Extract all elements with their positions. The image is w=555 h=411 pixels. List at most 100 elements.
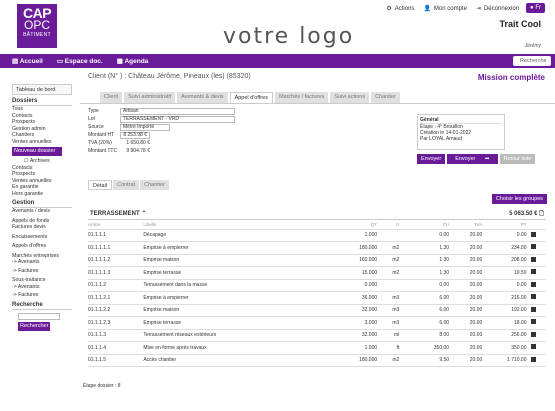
subtab-contrat[interactable]: Contrat bbox=[113, 180, 140, 190]
chevron-up-icon: ⌃ bbox=[141, 211, 147, 217]
row-checkbox[interactable] bbox=[530, 241, 546, 255]
nav-home[interactable]: ▤ Accueil bbox=[12, 57, 43, 65]
table-row[interactable]: 01.1.1.1 Décapage 1.000 0.00 20.00 0.00 bbox=[88, 229, 546, 242]
section-name: TERRASSEMENT bbox=[90, 211, 140, 217]
table-row[interactable]: 01.1.1.2.2 Emprise maison 32.000 m3 6.00 20.0… bbox=[88, 304, 546, 317]
logo-line2: OPC bbox=[23, 18, 50, 32]
table-row[interactable]: 01.1.1.4 Mise en forme après travaux 1.000… bbox=[88, 341, 546, 355]
globe-icon: ● bbox=[530, 5, 534, 11]
row-checkbox[interactable] bbox=[530, 316, 546, 330]
table-row[interactable]: 01.1.1.2 Terrassement dans la masse 0.000 0… bbox=[88, 279, 546, 292]
table-cell: 350.00 bbox=[486, 341, 531, 355]
language-button[interactable]: ● Fr bbox=[526, 3, 545, 13]
table-row[interactable]: 01.1.1.1.2 Emprise maison 160.000 m2 1.30 20.… bbox=[88, 254, 546, 267]
subtab-chantier[interactable]: Chantier bbox=[140, 180, 169, 190]
table-row[interactable]: 01.1.1.2.1 Emprise à empierrer 36.000 m3 6.0… bbox=[88, 291, 546, 305]
send-button[interactable]: Envoyer bbox=[417, 154, 446, 164]
sidebar-item[interactable]: Factures devis bbox=[12, 224, 72, 231]
table-cell: Emprise terrasse bbox=[143, 316, 332, 330]
search-input[interactable]: Recherche bbox=[513, 56, 551, 66]
lot-label: Lot bbox=[88, 116, 95, 122]
tab-appel-offres[interactable]: Appel d'offres bbox=[229, 92, 273, 103]
table-cell: 1 710.00 bbox=[486, 354, 531, 367]
table-cell: 3.000 bbox=[331, 316, 382, 330]
sidebar-item[interactable]: Ventes annuelles bbox=[12, 139, 72, 146]
app-logo[interactable]: CAP OPC BÂTIMENT bbox=[17, 4, 57, 48]
sidebar-item[interactable]: Appels d'offres bbox=[12, 243, 72, 250]
row-checkbox[interactable] bbox=[530, 329, 546, 342]
general-title: Général bbox=[420, 117, 502, 124]
sidebar-item[interactable]: -> Factures bbox=[12, 292, 72, 299]
sidebar-search-button[interactable]: Rechercher bbox=[18, 321, 50, 331]
ttc-label: Montant TTC bbox=[88, 148, 118, 154]
dashboard-button[interactable]: Tableau de bord bbox=[12, 84, 72, 95]
sidebar-item[interactable]: Encaissements bbox=[12, 234, 72, 241]
row-checkbox[interactable] bbox=[530, 254, 546, 267]
tab-client[interactable]: Client bbox=[100, 92, 123, 103]
sidebar-item[interactable]: -> Factures bbox=[12, 268, 72, 275]
new-dossier-button[interactable]: Nouveau dossier bbox=[12, 147, 62, 156]
table-cell: 6.00 bbox=[403, 316, 454, 330]
choose-groups-button[interactable]: Choisir les groupes bbox=[491, 194, 547, 204]
nav-agenda[interactable]: ▦ Agenda bbox=[117, 57, 149, 65]
table-cell: 1.000 bbox=[331, 341, 382, 355]
tab-avenants[interactable]: Avenants & devis bbox=[177, 92, 228, 103]
row-checkbox[interactable] bbox=[530, 291, 546, 305]
section-title[interactable]: TERRASSEMENT ⌃ bbox=[90, 210, 146, 217]
send-forward-button[interactable]: Envoyer ➦ bbox=[447, 154, 498, 164]
table-cell: 01.1.1.2 bbox=[88, 279, 144, 292]
table-cell: 36.000 bbox=[331, 291, 382, 305]
table-cell: 15.000 bbox=[331, 266, 382, 280]
sidebar-search-input[interactable] bbox=[18, 312, 60, 320]
table-cell: 1.30 bbox=[403, 254, 454, 267]
checkbox-icon bbox=[530, 256, 536, 262]
sidebar-item[interactable]: Avenants / devis bbox=[12, 208, 72, 215]
row-checkbox[interactable] bbox=[530, 304, 546, 317]
table-cell: Emprise terrasse bbox=[143, 266, 332, 280]
table-cell: 1.30 bbox=[403, 241, 454, 255]
subtab-detail[interactable]: Détail bbox=[88, 180, 113, 190]
source-select[interactable]: Métré Importé bbox=[120, 123, 170, 131]
table-row[interactable]: 01.1.1.1.3 Emprise terrasse 15.000 m2 1.30 20… bbox=[88, 266, 546, 280]
row-checkbox[interactable] bbox=[530, 279, 546, 292]
company-name: Trait Cool bbox=[499, 19, 541, 29]
table-cell: Emprise à empierrer bbox=[143, 291, 332, 305]
row-checkbox[interactable] bbox=[530, 354, 546, 367]
actions-link[interactable]: ⚙ Actions bbox=[386, 5, 414, 13]
row-checkbox[interactable] bbox=[530, 229, 546, 242]
section-total: 5 063.50 € bbox=[509, 210, 538, 217]
table-cell bbox=[381, 229, 404, 242]
tab-chantier[interactable]: Chantier bbox=[371, 92, 400, 103]
items-table: Article Libellé QT U PU TVA PT 01.1.1.1 D… bbox=[88, 221, 546, 367]
lot-select[interactable]: TERRASSEMENT - VRD bbox=[120, 115, 235, 123]
logout-link[interactable]: ⇥ Déconnexion bbox=[476, 5, 519, 13]
tab-actions[interactable]: Suivi actions bbox=[330, 92, 370, 103]
montant-ht-field[interactable]: 8 253.98 € bbox=[120, 131, 150, 139]
back-list-button[interactable]: Retour liste bbox=[499, 154, 536, 164]
table-cell: m2 bbox=[381, 354, 404, 367]
table-row[interactable]: 01.1.1.1.1 Emprise à empierrer 180.000 m2 1.… bbox=[88, 241, 546, 255]
table-cell: 20.00 bbox=[453, 304, 487, 317]
tab-admin[interactable]: Suivi administratif bbox=[124, 92, 176, 103]
type-select[interactable]: Artisan bbox=[120, 107, 235, 115]
table-row[interactable]: 01.1.1.2.3 Emprise terrasse 3.000 m3 6.00 20.… bbox=[88, 316, 546, 330]
col-libelle: Libellé bbox=[143, 221, 332, 230]
table-row[interactable]: 01.1.1.3 Terrassement réseaux extérieurs 3… bbox=[88, 329, 546, 342]
table-row[interactable]: 01.1.1.5 Accès chantier 180.000 m2 9.50 20.00… bbox=[88, 354, 546, 367]
document-icon[interactable]: 🗋 bbox=[539, 211, 544, 217]
table-cell: 18.00 bbox=[486, 316, 531, 330]
table-cell: m2 bbox=[381, 266, 404, 280]
type-label: Type bbox=[88, 108, 99, 114]
sidebar-item[interactable]: -> Avenants bbox=[12, 284, 72, 291]
account-link[interactable]: 👤 Mon compte bbox=[423, 5, 467, 13]
row-checkbox[interactable] bbox=[530, 341, 546, 355]
nav-docs[interactable]: ▭ Espace doc. bbox=[57, 57, 103, 65]
checkbox-icon bbox=[530, 344, 536, 350]
tab-marches[interactable]: Marchés / factures bbox=[274, 92, 329, 103]
sidebar-item[interactable]: Hors garantie bbox=[12, 191, 72, 198]
checkbox-icon bbox=[530, 294, 536, 300]
sidebar-item[interactable]: -> Avenants bbox=[12, 259, 72, 266]
main-nav: ▤ Accueil ▭ Espace doc. ▦ Agenda Recherc… bbox=[0, 54, 555, 68]
row-checkbox[interactable] bbox=[530, 266, 546, 280]
table-cell: 01.1.1.5 bbox=[88, 354, 144, 367]
